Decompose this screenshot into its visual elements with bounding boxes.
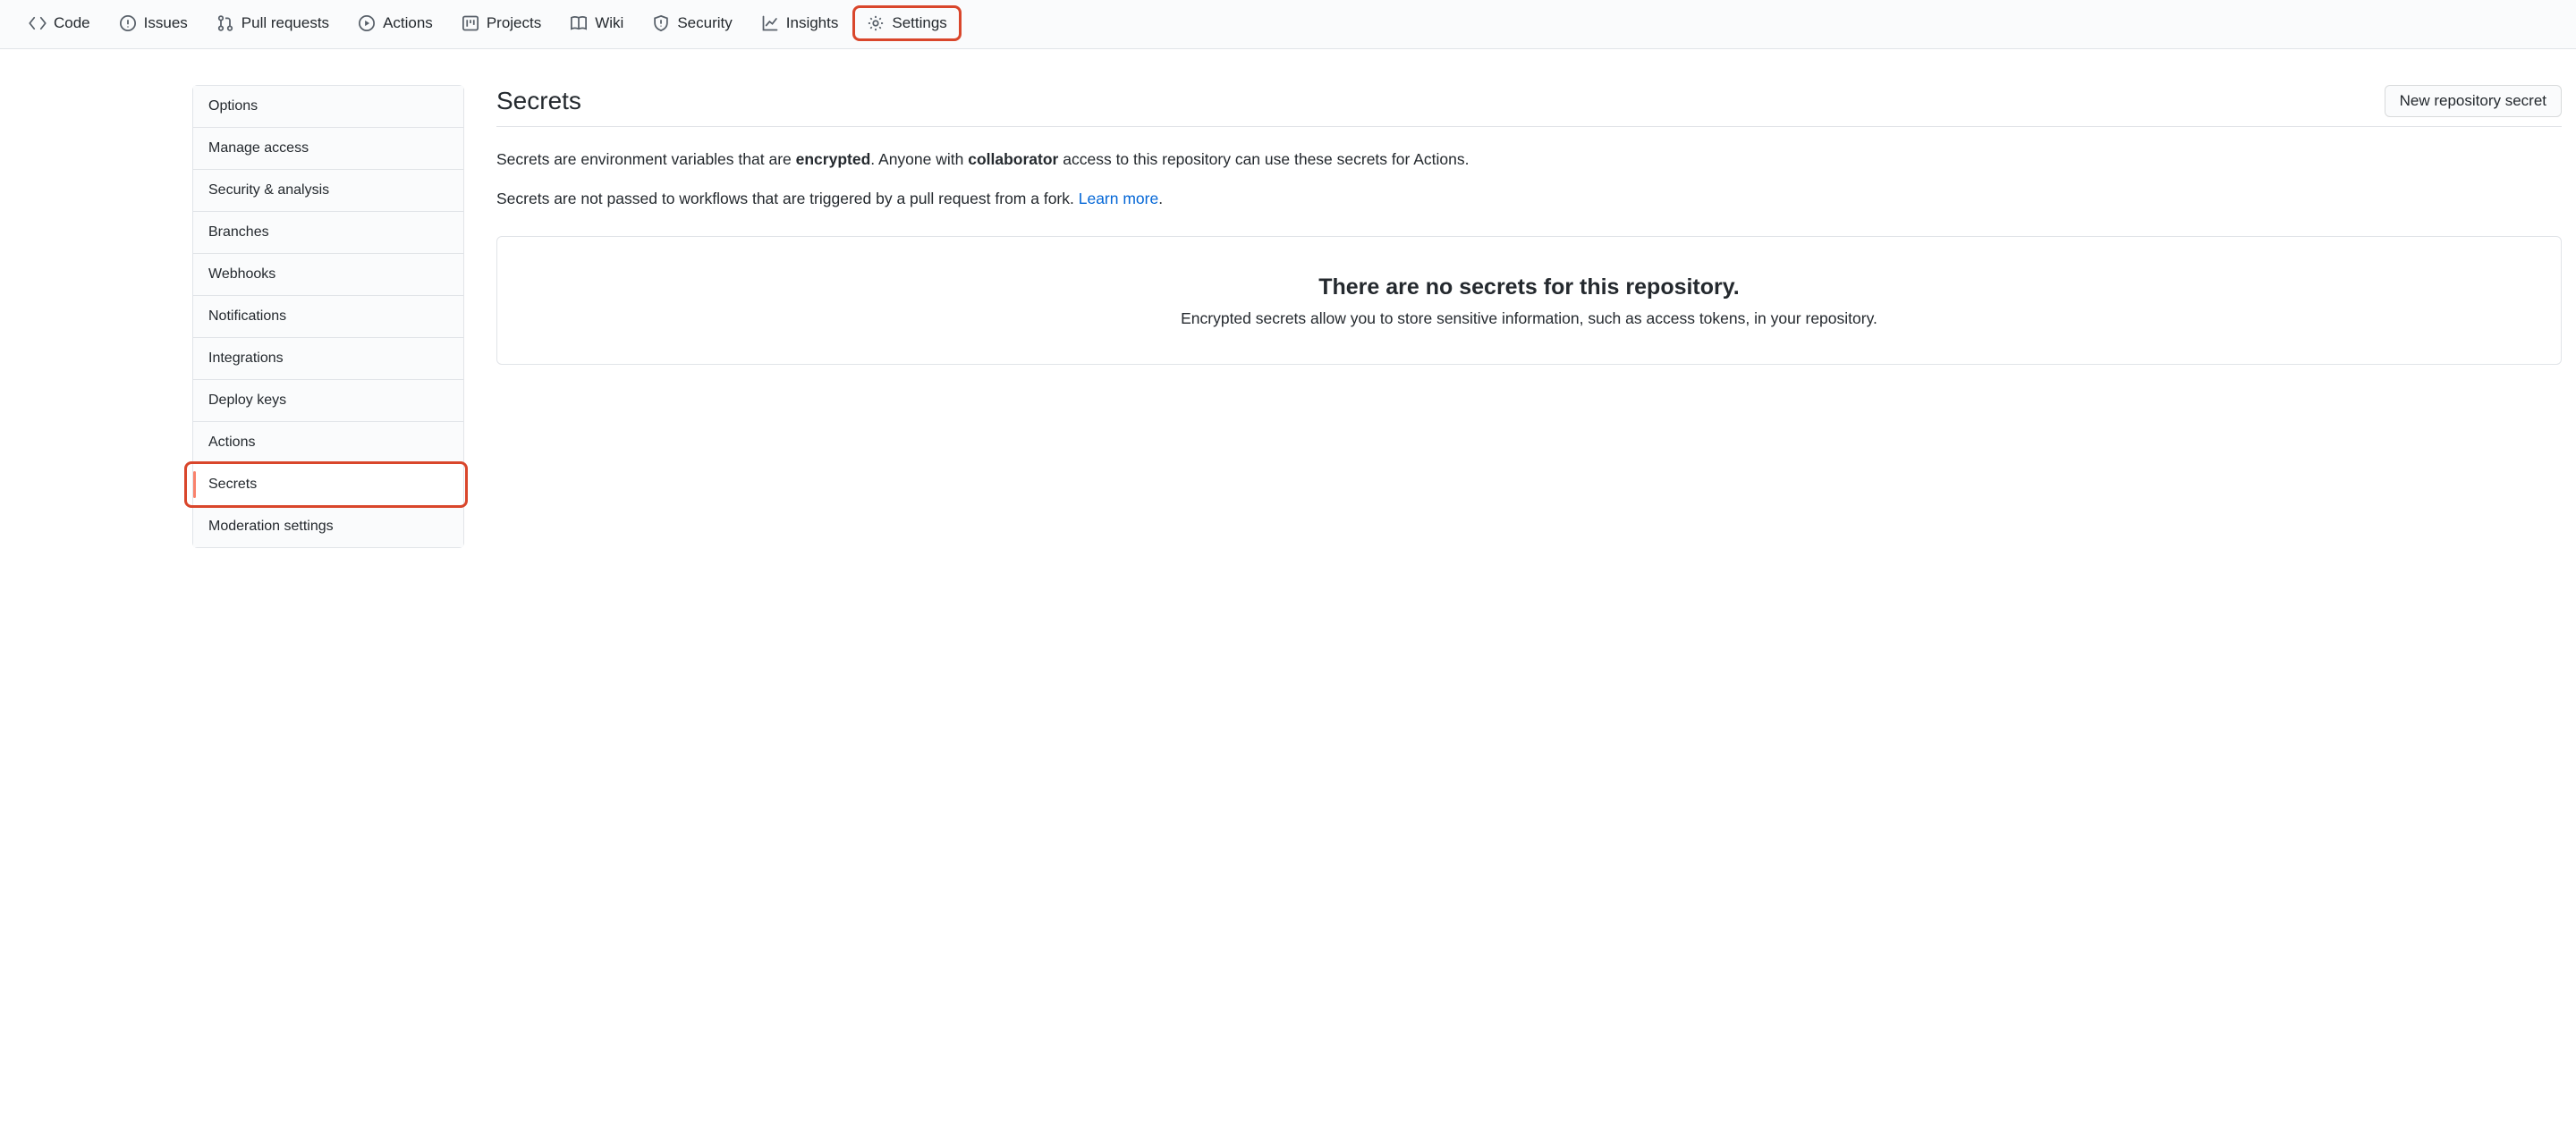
nav-issues[interactable]: Issues xyxy=(105,0,202,48)
sidebar-item-webhooks[interactable]: Webhooks xyxy=(193,254,463,296)
sidebar-item-secrets[interactable]: Secrets xyxy=(193,464,463,506)
main-header: Secrets New repository secret xyxy=(496,85,2562,127)
issue-icon xyxy=(119,14,137,32)
nav-pull-requests[interactable]: Pull requests xyxy=(202,0,343,48)
play-icon xyxy=(358,14,376,32)
nav-security[interactable]: Security xyxy=(638,0,746,48)
sidebar-item-label: Branches xyxy=(208,224,269,240)
sidebar-item-label: Webhooks xyxy=(208,266,275,282)
secrets-description-2: Secrets are not passed to workflows that… xyxy=(496,186,2562,211)
nav-wiki[interactable]: Wiki xyxy=(555,0,638,48)
repo-nav: Code Issues Pull requests Actions Projec… xyxy=(0,0,2576,49)
main-content: Secrets New repository secret Secrets ar… xyxy=(496,85,2562,548)
graph-icon xyxy=(761,14,779,32)
sidebar-item-integrations[interactable]: Integrations xyxy=(193,338,463,380)
sidebar-item-notifications[interactable]: Notifications xyxy=(193,296,463,338)
sidebar-item-security-analysis[interactable]: Security & analysis xyxy=(193,170,463,212)
text: Secrets are not passed to workflows that… xyxy=(496,190,1079,207)
sidebar-item-label: Manage access xyxy=(208,140,309,156)
sidebar-item-label: Options xyxy=(208,98,258,114)
sidebar-item-label: Secrets xyxy=(208,477,257,492)
sidebar-item-label: Security & analysis xyxy=(208,182,329,198)
page-title: Secrets xyxy=(496,87,581,115)
sidebar-item-options[interactable]: Options xyxy=(193,86,463,128)
empty-description: Encrypted secrets allow you to store sen… xyxy=(515,309,2543,328)
book-icon xyxy=(570,14,588,32)
learn-more-link[interactable]: Learn more xyxy=(1079,190,1159,207)
empty-title: There are no secrets for this repository… xyxy=(515,274,2543,300)
nav-code[interactable]: Code xyxy=(14,0,105,48)
settings-sidebar: Options Manage access Security & analysi… xyxy=(192,85,464,548)
nav-settings[interactable]: Settings xyxy=(852,0,961,48)
sidebar-item-actions[interactable]: Actions xyxy=(193,422,463,464)
nav-label: Projects xyxy=(487,14,541,32)
shield-icon xyxy=(652,14,670,32)
text: . xyxy=(1158,190,1163,207)
sidebar-item-deploy-keys[interactable]: Deploy keys xyxy=(193,380,463,422)
nav-label: Insights xyxy=(786,14,839,32)
code-icon xyxy=(29,14,47,32)
text-bold: encrypted xyxy=(796,150,871,168)
secrets-description-1: Secrets are environment variables that a… xyxy=(496,147,2562,172)
nav-label: Wiki xyxy=(595,14,623,32)
nav-insights[interactable]: Insights xyxy=(747,0,853,48)
text: . Anyone with xyxy=(870,150,968,168)
sidebar-item-label: Moderation settings xyxy=(208,519,334,534)
nav-label: Settings xyxy=(892,14,946,32)
project-icon xyxy=(462,14,479,32)
sidebar-item-label: Actions xyxy=(208,435,255,450)
nav-label: Code xyxy=(54,14,90,32)
nav-label: Pull requests xyxy=(242,14,329,32)
sidebar-item-label: Integrations xyxy=(208,350,284,366)
empty-secrets-box: There are no secrets for this repository… xyxy=(496,236,2562,365)
gear-icon xyxy=(867,14,885,32)
new-repository-secret-button[interactable]: New repository secret xyxy=(2385,85,2562,117)
pull-request-icon xyxy=(216,14,234,32)
nav-label: Actions xyxy=(383,14,433,32)
text: Secrets are environment variables that a… xyxy=(496,150,796,168)
text-bold: collaborator xyxy=(968,150,1058,168)
nav-projects[interactable]: Projects xyxy=(447,0,555,48)
nav-label: Security xyxy=(677,14,732,32)
sidebar-item-label: Deploy keys xyxy=(208,393,286,408)
sidebar-item-manage-access[interactable]: Manage access xyxy=(193,128,463,170)
sidebar-item-label: Notifications xyxy=(208,308,286,324)
nav-actions[interactable]: Actions xyxy=(343,0,447,48)
text: access to this repository can use these … xyxy=(1058,150,1469,168)
sidebar-item-branches[interactable]: Branches xyxy=(193,212,463,254)
sidebar-item-moderation-settings[interactable]: Moderation settings xyxy=(193,506,463,547)
nav-label: Issues xyxy=(144,14,188,32)
